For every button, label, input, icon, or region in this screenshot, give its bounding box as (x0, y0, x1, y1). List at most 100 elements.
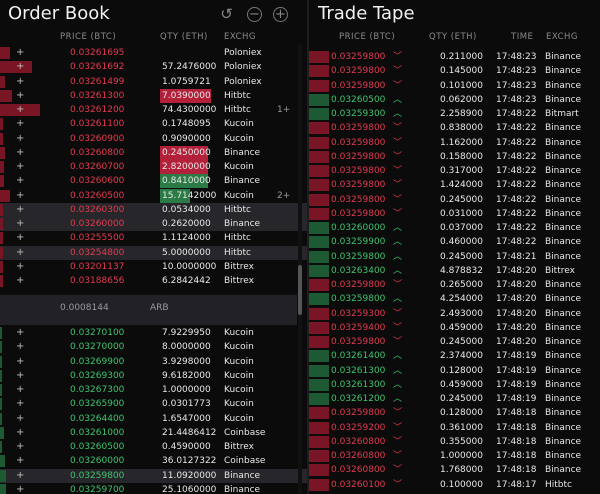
ask-row[interactable]: +0.03201137 10.0000000 Bittrex (0, 260, 307, 274)
ask-row[interactable]: +0.03188656 6.2842442 Bittrex (0, 274, 307, 288)
bid-row[interactable]: +0.03269300 9.6182000 Kucoin (0, 369, 307, 383)
add-icon[interactable]: + (16, 340, 24, 354)
trade-row[interactable]: 0.03261400 ︿ 2.374000 17:48:19 Binance (309, 349, 600, 363)
bid-row[interactable]: +0.03269900 3.9298000 Kucoin (0, 355, 307, 369)
bid-row[interactable]: +0.03259800 11.0920000 Binance (0, 468, 307, 483)
ask-row[interactable]: +0.03260300 0.0534000 Hitbtc (0, 202, 307, 217)
add-icon[interactable]: + (16, 260, 24, 274)
ask-row[interactable]: +0.03261100 0.1748095 Kucoin (0, 117, 307, 131)
bid-row[interactable]: +0.03264400 1.6547000 Kucoin (0, 412, 307, 426)
trade-row[interactable]: 0.03263400 ︿ 4.878832 17:48:20 Bittrex (309, 264, 600, 278)
trade-row[interactable]: 0.03259800 ﹀ 0.128000 17:48:18 Binance (309, 406, 600, 420)
add-icon[interactable]: + (16, 203, 24, 217)
bid-row[interactable]: +0.03267300 1.0000000 Kucoin (0, 383, 307, 397)
add-icon[interactable]: + (16, 217, 24, 231)
trade-exchange: Binance (545, 80, 582, 91)
add-icon[interactable]: + (16, 231, 24, 245)
ask-row[interactable]: +0.03260900 0.9090000 Kucoin (0, 132, 307, 146)
ask-row[interactable]: +0.03261300 7.0390000 Hitbtc (0, 88, 307, 103)
trade-row[interactable]: 0.03259800 ﹀ 0.838000 17:48:22 Binance (309, 121, 600, 135)
trade-row[interactable]: 0.03259200 ﹀ 0.361000 17:48:18 Binance (309, 421, 600, 435)
add-icon[interactable]: + (16, 103, 24, 117)
trade-row[interactable]: 0.03259800 ﹀ 0.158000 17:48:22 Binance (309, 150, 600, 164)
trade-row[interactable]: 0.03259300 ︿ 2.258900 17:48:22 Bitmart (309, 107, 600, 121)
add-icon[interactable]: + (16, 132, 24, 146)
trade-row[interactable]: 0.03259800 ﹀ 0.245000 17:48:22 Binance (309, 193, 600, 207)
bid-row[interactable]: +0.03260000 36.0127322 Coinbase (0, 454, 307, 468)
add-icon[interactable]: + (16, 146, 24, 160)
add-icon[interactable]: + (16, 469, 24, 483)
trade-row[interactable]: 0.03259800 ﹀ 1.162000 17:48:22 Binance (309, 136, 600, 150)
trade-row[interactable]: 0.03259800 ﹀ 0.031000 17:48:22 Binance (309, 207, 600, 221)
trade-row[interactable]: 0.03259800 ﹀ 0.265000 17:48:20 Binance (309, 278, 600, 292)
bid-row[interactable]: +0.03265900 0.0301773 Kucoin (0, 397, 307, 411)
trade-time: 17:48:19 (496, 365, 537, 376)
ask-row[interactable]: +0.03261695 Poloniex (0, 46, 307, 60)
trade-row[interactable]: 0.03259800 ﹀ 0.145000 17:48:23 Binance (309, 64, 600, 78)
ask-row[interactable]: +0.03260800 0.2450000 Binance (0, 145, 307, 160)
add-icon[interactable]: + (16, 383, 24, 397)
ask-row[interactable]: +0.03254800 5.0000000 Hitbtc (0, 245, 307, 260)
trade-row[interactable]: 0.03259800 ﹀ 0.245000 17:48:20 Binance (309, 335, 600, 349)
ask-price: 0.03260700 (70, 162, 125, 172)
ask-row[interactable]: +0.03260600 0.8410000 Binance (0, 174, 307, 189)
ask-row[interactable]: +0.03255500 1.1124000 Hitbtc (0, 231, 307, 245)
scrollbar-thumb[interactable] (298, 265, 302, 315)
bid-row[interactable]: +0.03259700 25.1060000 Binance (0, 483, 307, 494)
add-icon[interactable]: + (16, 355, 24, 369)
add-icon[interactable]: + (16, 412, 24, 426)
ask-row[interactable]: +0.03260500 15.7142000 Kucoin 2+ (0, 188, 307, 203)
add-icon[interactable]: + (16, 60, 24, 74)
trade-row[interactable]: 0.03259900 ︿ 0.460000 17:48:22 Binance (309, 235, 600, 249)
trade-row[interactable]: 0.03259800 ﹀ 1.424000 17:48:22 Binance (309, 178, 600, 192)
add-icon[interactable]: + (16, 274, 24, 288)
add-icon[interactable]: + (16, 89, 24, 103)
add-icon[interactable]: + (16, 75, 24, 89)
trade-row[interactable]: 0.03259300 ﹀ 2.493000 17:48:20 Binance (309, 307, 600, 321)
add-icon[interactable]: + (16, 369, 24, 383)
add-icon[interactable]: + (16, 46, 24, 60)
ask-row[interactable]: +0.03261200 74.4300000 Hitbtc 1+ (0, 103, 307, 117)
add-icon[interactable]: + (16, 117, 24, 131)
trade-row[interactable]: 0.03261200 ︿ 0.245000 17:48:19 Binance (309, 392, 600, 406)
add-icon[interactable]: + (16, 160, 24, 174)
bid-row[interactable]: +0.03270000 8.0000000 Kucoin (0, 340, 307, 354)
bid-row[interactable]: +0.03260500 0.4590000 Bittrex (0, 440, 307, 454)
trade-row[interactable]: 0.03260800 ﹀ 0.355000 17:48:18 Binance (309, 435, 600, 449)
trade-row[interactable]: 0.03259800 ﹀ 0.101000 17:48:23 Binance (309, 79, 600, 93)
bid-row[interactable]: +0.03261000 21.4486412 Coinbase (0, 426, 307, 440)
reset-icon[interactable]: ↺ (219, 7, 234, 22)
ask-row[interactable]: +0.03260000 0.2620000 Binance (0, 217, 307, 232)
trade-row[interactable]: 0.03261300 ︿ 0.459000 17:48:19 Binance (309, 378, 600, 392)
add-icon[interactable]: + (16, 246, 24, 260)
ask-row[interactable]: +0.03261499 1.0759721 Poloniex (0, 75, 307, 89)
add-icon[interactable]: + (16, 483, 24, 494)
ask-row[interactable]: +0.03260700 2.8200000 Kucoin (0, 160, 307, 174)
add-icon[interactable]: + (16, 397, 24, 411)
add-icon[interactable]: + (16, 454, 24, 468)
trade-row[interactable]: 0.03259800 ﹀ 0.317000 17:48:22 Binance (309, 164, 600, 178)
trade-row[interactable]: 0.03260500 ︿ 0.062000 17:48:23 Binance (309, 93, 600, 107)
trade-row[interactable]: 0.03259800 ︿ 0.245000 17:48:21 Binance (309, 250, 600, 264)
trade-exchange: Binance (545, 208, 582, 219)
trade-row[interactable]: 0.03260800 ﹀ 1.768000 17:48:18 Binance (309, 463, 600, 477)
trade-row[interactable]: 0.03259800 ﹀ 0.211000 17:48:23 Binance (309, 50, 600, 64)
trade-row[interactable]: 0.03260800 ﹀ 1.000000 17:48:18 Binance (309, 449, 600, 463)
trade-row[interactable]: 0.03260000 ︿ 0.037000 17:48:22 Binance (309, 221, 600, 235)
trade-row[interactable]: 0.03260100 ﹀ 0.100000 17:48:17 Hitbtc (309, 478, 600, 492)
trade-qty: 0.355000 (440, 436, 483, 447)
add-icon[interactable]: + (16, 174, 24, 188)
add-icon[interactable]: + (16, 426, 24, 440)
trade-price: 0.03260000 (331, 223, 386, 233)
add-icon[interactable]: + (16, 326, 24, 340)
add-icon[interactable]: + (16, 189, 24, 203)
trade-row[interactable]: 0.03259800 ︿ 4.254000 17:48:20 Binance (309, 292, 600, 306)
add-icon[interactable]: + (16, 440, 24, 454)
bid-row[interactable]: +0.03270100 7.9229950 Kucoin (0, 326, 307, 340)
trade-row[interactable]: 0.03259400 ﹀ 0.459000 17:48:20 Binance (309, 321, 600, 335)
header-exchange: EXCHG (224, 32, 256, 42)
zoom-in-icon[interactable]: + (273, 7, 288, 22)
zoom-out-icon[interactable]: − (247, 7, 262, 22)
ask-row[interactable]: +0.03261692 57.2476000 Poloniex (0, 60, 307, 74)
trade-row[interactable]: 0.03261300 ︿ 0.128000 17:48:19 Binance (309, 364, 600, 378)
